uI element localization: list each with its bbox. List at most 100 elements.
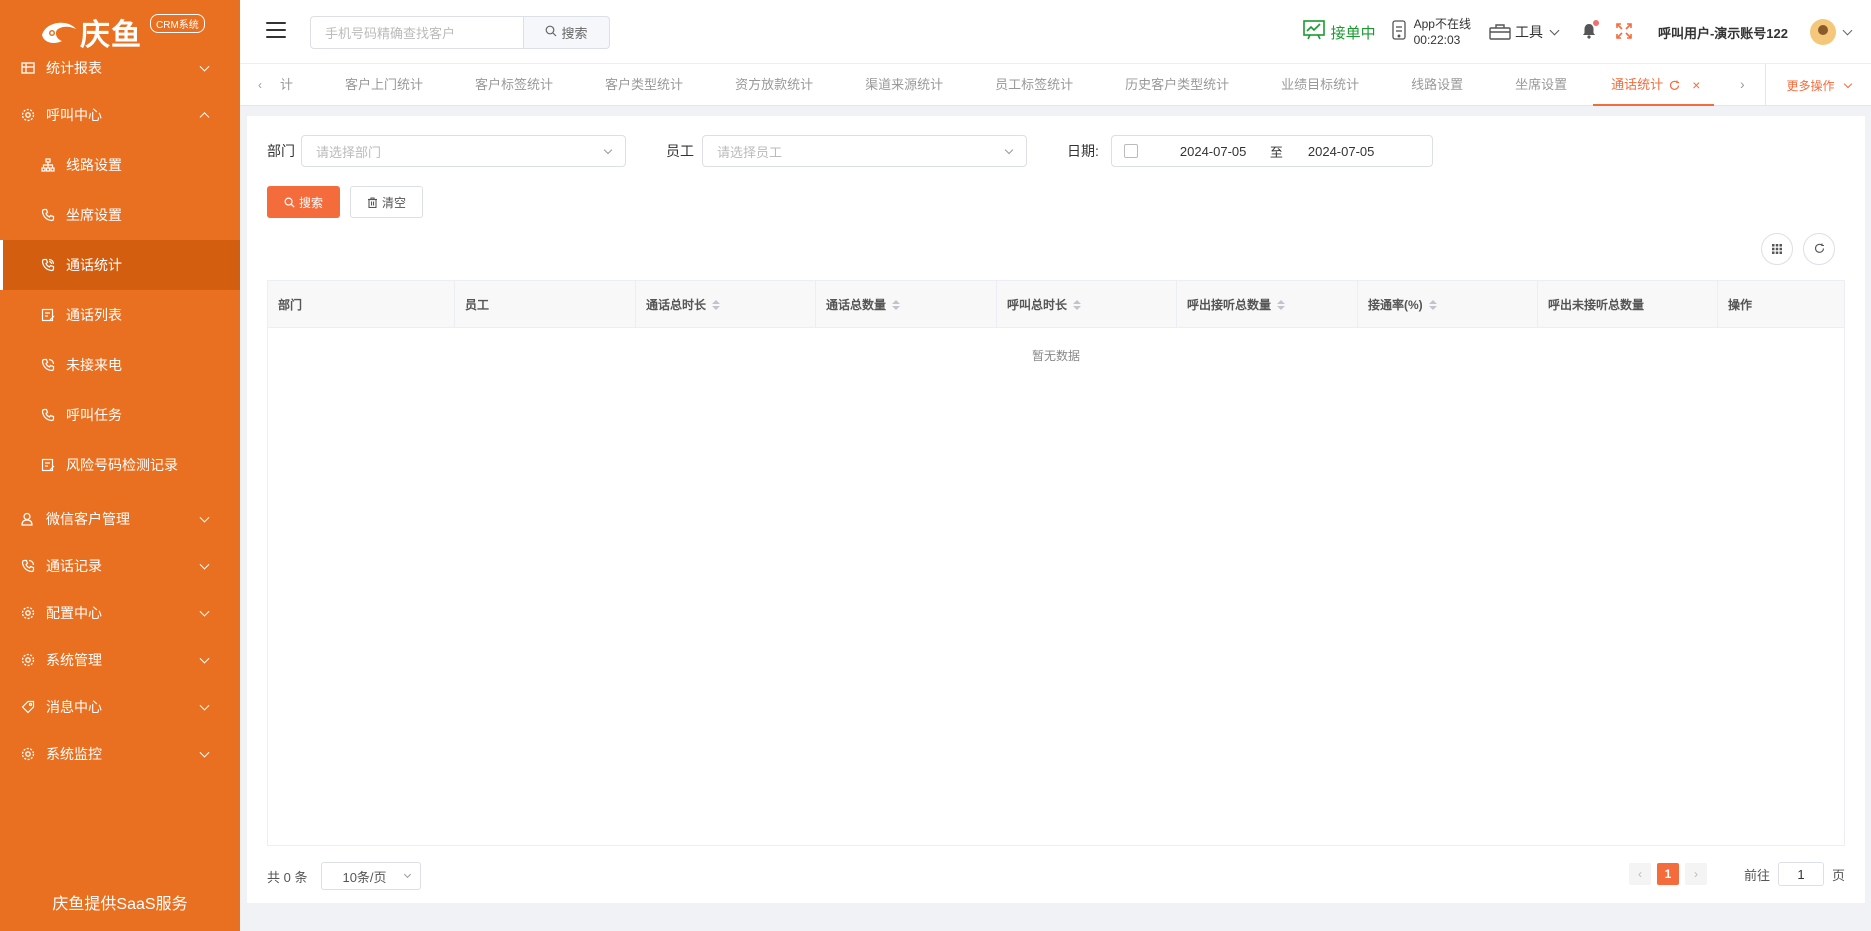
sidebar-item-call-records[interactable]: 通话记录 [0,541,240,591]
app-status-time: 00:22:03 [1413,33,1461,47]
stats-table: 部门 员工 通话总时长 通话总数量 呼叫总时长 呼出接听总数量 接通率(%) 呼… [267,280,1845,846]
sidebar-item-system-management[interactable]: 系统管理 [0,635,240,685]
column-header-sortable[interactable]: 呼叫总时长 [997,281,1177,328]
order-status[interactable]: 接单中 [1302,20,1376,44]
filter-row: 部门 请选择部门 员工 请选择员工 日期: 2024-07-05 至 2024-… [267,135,1433,167]
fullscreen-icon[interactable] [1616,22,1632,42]
user-icon [20,511,36,527]
menu-toggle-icon[interactable] [266,22,286,38]
table-header: 部门 员工 通话总时长 通话总数量 呼叫总时长 呼出接听总数量 接通率(%) 呼… [268,281,1844,328]
tab-call-stats-label: 通话统计 [1611,77,1664,92]
sidebar-subitem-risk-records[interactable]: 风险号码检测记录 [0,440,240,490]
more-operations-label: 更多操作 [1786,78,1835,93]
column-header-sortable[interactable]: 呼出接听总数量 [1177,281,1358,328]
column-header-sortable[interactable]: 通话总数量 [816,281,997,328]
notification-bell[interactable] [1582,19,1599,42]
tab-call-stats[interactable]: 通话统计 × [1593,64,1715,106]
column-settings-button[interactable] [1761,233,1793,265]
tab-line-settings[interactable]: 线路设置 [1385,64,1489,106]
close-icon[interactable]: × [1692,64,1700,106]
goto-suffix: 页 [1831,867,1845,883]
sidebar-item-system-monitor[interactable]: 系统监控 [0,729,240,779]
dept-select[interactable]: 请选择部门 [301,135,626,167]
header-search-button[interactable]: 搜索 [524,16,610,49]
chevron-down-icon [199,606,210,617]
phone-icon [40,407,56,423]
date-start[interactable]: 2024-07-05 [1180,144,1260,159]
sidebar-item-message-center[interactable]: 消息中心 [0,682,240,732]
tab-channel-stats[interactable]: 渠道来源统计 [839,64,969,106]
sidebar-item-wechat-customers[interactable]: 微信客户管理 [0,494,240,544]
sidebar-subitem-label: 通话统计 [66,257,122,273]
tab-target-stats[interactable]: 业绩目标统计 [1255,64,1385,106]
more-operations-dropdown[interactable]: 更多操作 [1765,64,1871,106]
tools-dropdown[interactable]: 工具 [1489,22,1560,43]
sidebar-item-call-center[interactable]: 呼叫中心 [0,90,240,140]
sort-icon[interactable] [892,299,901,310]
date-separator: 至 [1269,144,1283,160]
column-header-sortable[interactable]: 接通率(%) [1358,281,1538,328]
tab-type-stats[interactable]: 客户类型统计 [579,64,709,106]
tab-seat-settings[interactable]: 坐席设置 [1489,64,1593,106]
tab-tag-stats[interactable]: 客户标签统计 [449,64,579,106]
chevron-up-icon [199,112,210,123]
gear-icon [20,605,36,621]
empty-state-text: 暂无数据 [1031,349,1080,363]
sidebar-subitem-missed-calls[interactable]: 未接来电 [0,340,240,390]
sidebar-subitem-call-stats[interactable]: 通话统计 [0,240,240,290]
page-number-button[interactable]: 1 [1656,863,1679,885]
column-header-sortable[interactable]: 通话总时长 [636,281,816,328]
notification-dot [1592,19,1599,26]
customer-search-input[interactable]: 手机号码精确查找客户 [310,16,524,49]
sidebar-menu: 统计报表 呼叫中心 线路设置 坐席设置 通话统计 通话列表 未接来电 呼叫任务 … [0,56,240,779]
refresh-button[interactable] [1803,233,1835,265]
sitemap-icon [40,157,56,173]
next-page-button[interactable]: › [1684,863,1707,885]
calendar-icon [1123,144,1138,158]
search-icon [284,197,295,208]
staff-select[interactable]: 请选择员工 [702,135,1027,167]
tag-icon [20,699,36,715]
tab-staff-tag-stats[interactable]: 员工标签统计 [969,64,1099,106]
sidebar-item-stats[interactable]: 统计报表 [0,56,240,80]
page-size-select[interactable]: 10条/页 [321,862,422,890]
chevron-left-icon[interactable]: ‹ [258,78,262,92]
avatar[interactable] [1810,19,1836,45]
sidebar-item-config-center[interactable]: 配置中心 [0,588,240,638]
chevron-down-icon [1549,25,1560,35]
column-header: 员工 [455,281,636,328]
clear-button[interactable]: 清空 [350,186,423,218]
staff-select-placeholder: 请选择员工 [717,144,783,160]
prev-page-button[interactable]: ‹ [1628,863,1651,885]
sidebar-item-label: 通话记录 [46,558,102,574]
sidebar-subitem-line-settings[interactable]: 线路设置 [0,140,240,190]
toolbox-icon [1489,22,1511,43]
tab-loan-stats[interactable]: 资方放款统计 [709,64,839,106]
date-range-picker[interactable]: 2024-07-05 至 2024-07-05 [1110,135,1433,167]
sort-icon[interactable] [1073,299,1082,310]
sidebar-subitem-seat-settings[interactable]: 坐席设置 [0,190,240,240]
tab-visit-stats[interactable]: 客户上门统计 [333,64,449,106]
sidebar-item-label: 统计报表 [46,60,102,76]
sidebar-subitem-call-tasks[interactable]: 呼叫任务 [0,390,240,440]
tab-truncated[interactable]: 计 [268,64,333,106]
chevron-right-icon[interactable]: › [1740,76,1745,92]
goto-page-input[interactable]: 1 [1777,862,1824,886]
chevron-down-icon [199,653,210,664]
date-end[interactable]: 2024-07-05 [1308,144,1375,159]
logo[interactable]: 庆鱼 CRM系统 [0,0,240,64]
chevron-down-icon [1004,145,1014,155]
sort-icon[interactable] [1277,299,1286,310]
chevron-down-icon [199,559,210,570]
username[interactable]: 呼叫用户-演示账号122 [1658,23,1788,42]
tools-label: 工具 [1514,24,1543,40]
tab-history-type-stats[interactable]: 历史客户类型统计 [1099,64,1255,106]
refresh-icon[interactable] [1669,80,1680,91]
search-icon [545,25,557,40]
chevron-down-icon[interactable] [1842,25,1853,35]
sort-icon[interactable] [1428,299,1437,310]
search-button[interactable]: 搜索 [267,186,340,218]
order-status-label: 接单中 [1330,24,1376,42]
sidebar-subitem-call-list[interactable]: 通话列表 [0,290,240,340]
sort-icon[interactable] [712,299,721,310]
